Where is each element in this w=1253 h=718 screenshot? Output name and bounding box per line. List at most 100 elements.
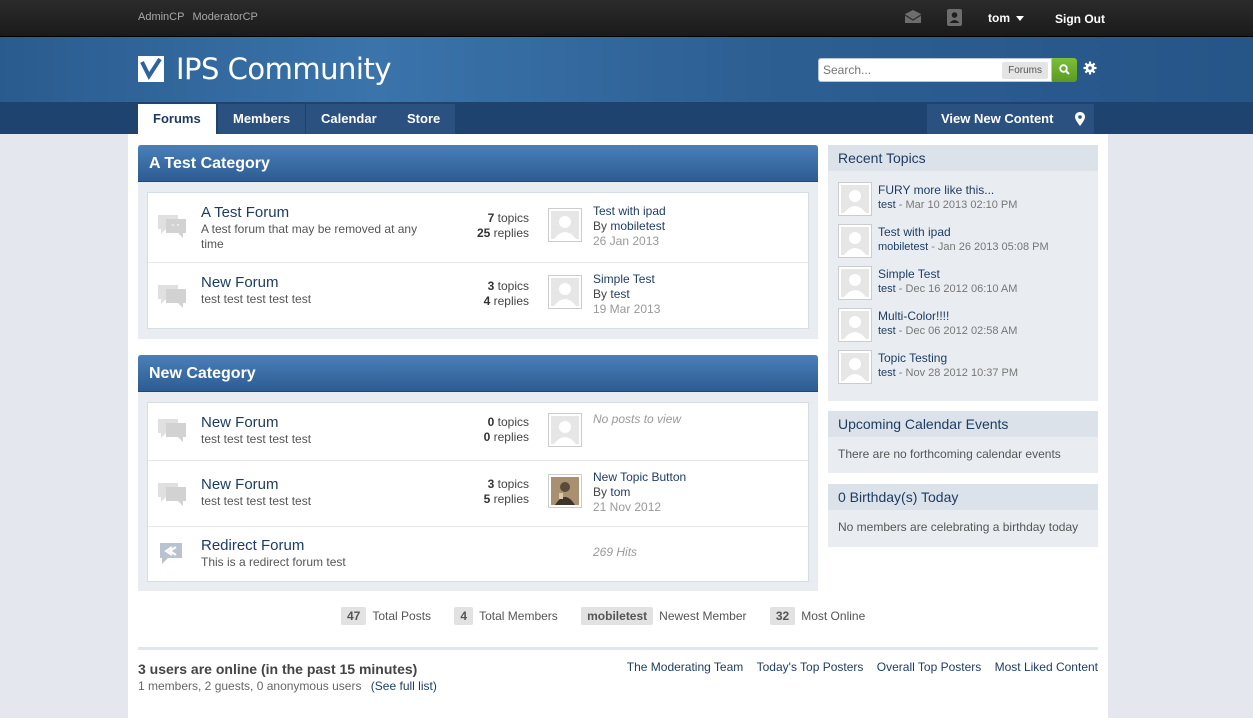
stat-value: 32 <box>769 607 796 625</box>
redirect-hits: 269 Hits <box>593 545 638 559</box>
user-avatar[interactable] <box>548 474 582 508</box>
forum-row: New Forum test test test test test 3 top… <box>148 263 808 329</box>
stat-label: Total Members <box>479 609 558 623</box>
location-button[interactable] <box>1066 104 1094 134</box>
forum-row: " " A Test Forum A test forum that may b… <box>148 193 808 263</box>
last-post-title[interactable]: New Topic Button <box>593 470 686 485</box>
tab-forums[interactable]: Forums <box>138 104 216 135</box>
forum-description: test test test test test <box>201 494 312 508</box>
moderatorcp-link[interactable]: ModeratorCP <box>192 11 257 23</box>
category-title[interactable]: New Category <box>138 355 818 392</box>
forum-description: A test forum that may be removed at any … <box>201 222 418 251</box>
forum-read-icon <box>158 285 186 308</box>
recent-topic-user[interactable]: test <box>878 199 896 211</box>
avatar[interactable] <box>838 308 872 342</box>
search-button[interactable] <box>1052 58 1077 82</box>
recent-topic-date: - Nov 28 2012 10:37 PM <box>898 367 1019 379</box>
last-post-by: By <box>593 219 608 233</box>
tab-store[interactable]: Store <box>392 104 456 134</box>
avatar[interactable] <box>838 266 872 300</box>
forum-title-link[interactable]: Redirect Forum <box>201 537 304 554</box>
moderating-team-link[interactable]: The Moderating Team <box>627 660 744 674</box>
forum-stats: 7 topics 25 replies <box>477 211 529 241</box>
recent-topic-title[interactable]: Multi-Color!!!! <box>878 309 949 323</box>
recent-topic-user[interactable]: mobiletest <box>878 241 928 253</box>
search-scope[interactable]: Forums <box>1002 62 1048 79</box>
forum-row: New Forum test test test test test 0 top… <box>148 403 808 461</box>
birthdays-block: 0 Birthday(s) Today No members are celeb… <box>828 484 1098 547</box>
replies-count: 25 <box>476 226 491 240</box>
board-stats: 47 Total Posts 4 Total Members mobiletest N… <box>341 607 885 625</box>
forum-title-link[interactable]: New Forum <box>201 274 279 291</box>
stat-label: Newest Member <box>659 609 747 623</box>
tab-calendar[interactable]: Calendar <box>306 104 392 134</box>
most-liked-content-link[interactable]: Most Liked Content <box>995 660 1098 674</box>
view-new-content-button[interactable]: View New Content <box>927 104 1068 134</box>
calendar-events-title: Upcoming Calendar Events <box>828 411 1098 437</box>
recent-topic-title[interactable]: Test with ipad <box>878 225 951 239</box>
last-post-info: Simple Test By test 19 Mar 2013 <box>593 272 660 317</box>
admincp-link[interactable]: AdminCP <box>138 11 184 23</box>
recent-topics-title: Recent Topics <box>828 145 1098 171</box>
calendar-events-block: Upcoming Calendar Events There are no fo… <box>828 411 1098 473</box>
forum-title-link[interactable]: New Forum <box>201 414 279 431</box>
online-users-counts: 1 members, 2 guests, 0 anonymous users <box>138 679 362 693</box>
main-nav: Forums Members Calendar Store View New C… <box>0 102 1253 135</box>
avatar[interactable] <box>838 182 872 216</box>
recent-topic-user[interactable]: test <box>878 283 896 295</box>
recent-topic-date: - Dec 06 2012 02:58 AM <box>898 325 1018 337</box>
forum-title-link[interactable]: A Test Forum <box>201 204 289 221</box>
stat-value[interactable]: mobiletest <box>581 607 654 625</box>
logo-icon[interactable] <box>138 56 164 82</box>
last-post-title[interactable]: Test with ipad <box>593 204 666 219</box>
avatar[interactable] <box>548 275 582 309</box>
sign-out-link[interactable]: Sign Out <box>1055 12 1105 26</box>
replies-count: 4 <box>483 294 491 308</box>
recent-topic-title[interactable]: FURY more like this... <box>878 183 994 197</box>
divider <box>138 647 1098 650</box>
recent-topic-user[interactable]: test <box>878 325 896 337</box>
avatar[interactable] <box>838 350 872 384</box>
forum-list: " " A Test Forum A test forum that may b… <box>147 192 809 329</box>
category-title[interactable]: A Test Category <box>138 145 818 182</box>
gear-icon[interactable] <box>1083 61 1097 75</box>
todays-top-posters-link[interactable]: Today's Top Posters <box>757 660 864 674</box>
forum-read-icon: " " <box>158 215 186 238</box>
avatar[interactable] <box>838 224 872 258</box>
last-post-info: New Topic Button By tom 21 Nov 2012 <box>593 470 686 515</box>
recent-topic-user[interactable]: test <box>878 367 896 379</box>
calendar-events-text: There are no forthcoming calendar events <box>838 447 1061 461</box>
last-post-date: 26 Jan 2013 <box>593 234 660 248</box>
category-block: New Category New Forum test test test te… <box>138 355 818 591</box>
recent-topic-title[interactable]: Simple Test <box>878 267 940 281</box>
last-post-title[interactable]: Simple Test <box>593 272 660 287</box>
avatar[interactable] <box>548 208 582 242</box>
svg-text:" ": " " <box>171 223 180 231</box>
avatar[interactable] <box>548 413 582 447</box>
user-card-icon[interactable] <box>947 9 962 26</box>
tab-members[interactable]: Members <box>218 104 306 134</box>
topics-count: 7 <box>487 211 495 225</box>
default-avatar-icon <box>844 190 866 213</box>
site-logo-text[interactable]: IPS Community <box>176 52 392 86</box>
last-post-user[interactable]: mobiletest <box>610 219 665 233</box>
forum-read-icon <box>158 483 186 506</box>
stat-newest-member[interactable]: mobiletest Newest Member <box>581 607 747 625</box>
recent-topic-date: - Dec 16 2012 06:10 AM <box>898 283 1018 295</box>
replies-label: replies <box>493 226 529 240</box>
site-header: IPS Community Forums <box>0 37 1253 102</box>
user-menu[interactable]: tom <box>988 11 1024 25</box>
last-post-user[interactable]: tom <box>610 485 630 499</box>
last-post-user[interactable]: test <box>610 287 629 301</box>
forum-title-link[interactable]: New Forum <box>201 476 279 493</box>
default-avatar-icon <box>554 283 576 306</box>
topics-label: topics <box>497 279 529 293</box>
no-posts-text: No posts to view <box>593 412 682 426</box>
search-input[interactable] <box>823 62 993 78</box>
footer-links: The Moderating Team Today's Top Posters … <box>617 660 1098 674</box>
mail-icon[interactable] <box>904 10 922 24</box>
see-full-list-link[interactable]: (See full list) <box>371 679 437 693</box>
recent-topic-title[interactable]: Topic Testing <box>878 351 947 365</box>
overall-top-posters-link[interactable]: Overall Top Posters <box>877 660 982 674</box>
topics-count: 3 <box>487 477 495 491</box>
